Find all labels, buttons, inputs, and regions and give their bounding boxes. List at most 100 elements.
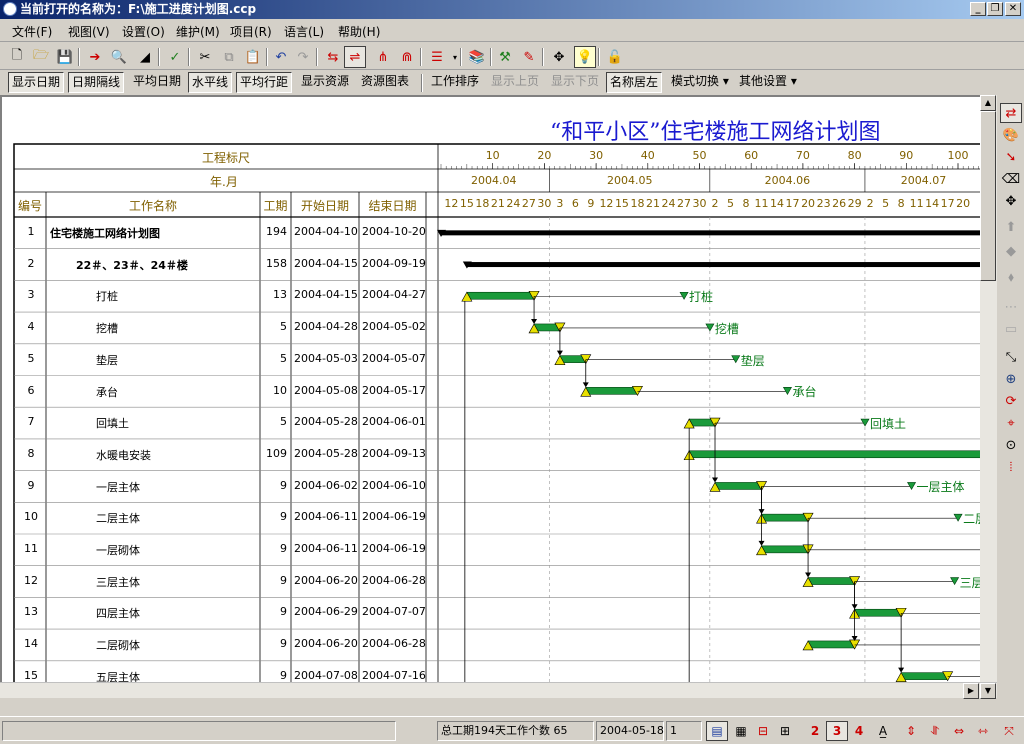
toggle-show-resource[interactable]: 显示资源 — [298, 72, 352, 93]
fill-icon[interactable]: ◢ — [134, 46, 156, 68]
gantt-canvas[interactable]: “和平小区”住宅楼施工网络计划图 工程标尺 年.月 编号 工作名称 工期 开始日期 结束日期… — [0, 95, 980, 698]
col-end-header: 结束日期 — [368, 199, 417, 213]
toggle-horizontal-line[interactable]: 水平线 — [188, 72, 233, 93]
split-icon[interactable]: ⋔ — [372, 46, 394, 68]
window-title: 当前打开的名称为：F:\施工进度计划图.ccp — [20, 2, 257, 16]
dash-disabled-icon[interactable]: ⋯ — [1000, 297, 1022, 317]
frame-disabled-icon[interactable]: ▭ — [1000, 319, 1022, 339]
previous-page-button[interactable]: 显示上页 — [488, 72, 542, 93]
refresh-icon[interactable]: ⟳ — [1000, 391, 1022, 411]
mode-switch-dropdown[interactable]: 模式切换 ▾ — [668, 72, 732, 93]
level-2-icon[interactable]: 2 — [804, 721, 826, 741]
zoom-region-icon[interactable]: ⤡ — [1000, 347, 1022, 367]
day-cell: 2 — [711, 197, 719, 210]
redo-icon[interactable]: ↷ — [292, 46, 314, 68]
day-cell: 6 — [571, 197, 579, 210]
view-gantt-icon[interactable]: ▤ — [706, 721, 728, 741]
export-icon[interactable]: ➔ — [84, 46, 106, 68]
scroll-right-icon[interactable]: ▶ — [963, 683, 979, 699]
row-name: 二层砌体 — [96, 639, 140, 653]
toggle-average-row-spacing[interactable]: 平均行距 — [236, 72, 293, 93]
task-bar — [714, 482, 762, 490]
move-icon[interactable]: ✥ — [548, 46, 570, 68]
crosshair-icon[interactable]: ⌖ — [1000, 413, 1022, 433]
level-4-icon[interactable]: 4 — [848, 721, 870, 741]
toggle-name-left[interactable]: 名称居左 — [606, 72, 663, 93]
lightbulb-icon[interactable]: 💡 — [574, 46, 596, 68]
cut-icon[interactable]: ✂ — [194, 46, 216, 68]
restore-button[interactable]: ❐ — [987, 2, 1003, 16]
undo-icon[interactable]: ↶ — [270, 46, 292, 68]
scroll-down-icon[interactable]: ▼ — [980, 683, 996, 699]
row-duration: 5 — [280, 351, 287, 365]
sort-tasks-button[interactable]: 工作排序 — [428, 72, 482, 93]
col-duration-header: 工期 — [263, 199, 288, 213]
minimize-button[interactable]: _ — [970, 2, 986, 16]
level-3-icon[interactable]: 3 — [826, 721, 848, 741]
toggle-show-date[interactable]: 显示日期 — [8, 72, 65, 93]
day-cell: 24 — [661, 197, 676, 210]
vertical-scrollbar[interactable]: ▲ — [980, 95, 997, 698]
copy-icon[interactable]: ⧉ — [218, 46, 240, 68]
month-cell: 2004.05 — [606, 174, 653, 187]
resource-icon[interactable]: ⚒ — [494, 46, 516, 68]
menu-file[interactable]: 文件(F) — [12, 23, 52, 40]
arrow-up-disabled-icon[interactable]: ⬆ — [1000, 217, 1022, 237]
expand-horizontal-icon[interactable]: ⇔ — [948, 721, 970, 741]
toggle-date-gridline[interactable]: 日期隔线 — [68, 72, 125, 93]
fit-page-icon[interactable]: ⤧ — [998, 721, 1020, 741]
day-cell: 8 — [897, 197, 905, 210]
menu-project[interactable]: 项目(R) — [230, 23, 272, 40]
horizontal-scrollbar[interactable]: ▶ ▼ — [0, 682, 997, 699]
move-cross-icon[interactable]: ✥ — [1000, 191, 1022, 211]
col-id-header: 编号 — [17, 199, 43, 213]
task-bar — [688, 450, 980, 459]
view-timescale-icon[interactable]: ⊞ — [774, 721, 796, 741]
row-end: 2004-04-27 — [362, 288, 426, 302]
menu-language[interactable]: 语言(L) — [284, 23, 324, 40]
scroll-thumb-vertical[interactable] — [980, 111, 996, 281]
link-icon[interactable]: ⇆ — [322, 46, 344, 68]
paste-icon[interactable]: 📋 — [242, 46, 264, 68]
expand-vertical-icon[interactable]: ⇕ — [900, 721, 922, 741]
eraser-icon[interactable]: ⌫ — [1000, 169, 1022, 189]
close-button[interactable]: ✕ — [1005, 2, 1021, 16]
unlock-icon[interactable]: 🔓 — [604, 46, 626, 68]
palette-icon[interactable]: 🎨 — [1000, 125, 1022, 145]
pen-icon[interactable]: ✎ — [518, 46, 540, 68]
menu-settings[interactable]: 设置(O) — [122, 23, 165, 40]
select-link-icon[interactable]: ⇄ — [1000, 103, 1022, 123]
shrink-vertical-icon[interactable]: ⥯ — [924, 721, 946, 741]
next-page-button[interactable]: 显示下页 — [548, 72, 602, 93]
pointer-icon[interactable]: ➘ — [1000, 147, 1022, 167]
new-file-icon[interactable]: 🗋 — [6, 46, 28, 68]
menu-maintain[interactable]: 维护(M) — [176, 23, 220, 40]
check-icon[interactable]: ✓ — [164, 46, 186, 68]
menu-help[interactable]: 帮助(H) — [338, 23, 380, 40]
align-icon[interactable]: ⇌ — [344, 46, 366, 68]
save-icon[interactable]: 💾 — [54, 46, 76, 68]
zoom-fit-icon[interactable]: ⊙ — [1000, 435, 1022, 455]
shrink-horizontal-icon[interactable]: ⇿ — [972, 721, 994, 741]
ruler-icon[interactable]: ⦙ — [1000, 457, 1022, 477]
view-table-icon[interactable]: ▦ — [730, 721, 752, 741]
underline-icon[interactable]: A̲ — [872, 721, 894, 741]
print-preview-icon[interactable]: 🔍 — [108, 46, 130, 68]
scroll-up-icon[interactable]: ▲ — [980, 95, 996, 111]
merge-icon[interactable]: ⋒ — [396, 46, 418, 68]
books-icon[interactable]: 📚 — [466, 46, 488, 68]
row-duration: 5 — [280, 415, 287, 429]
zoom-in-icon[interactable]: ⊕ — [1000, 369, 1022, 389]
bar-label: 二层主体 — [963, 512, 980, 527]
other-settings-dropdown[interactable]: 其他设置 ▾ — [736, 72, 800, 93]
bar-label: 承台 — [792, 385, 817, 400]
format-dropdown-icon[interactable]: ▾ — [444, 46, 466, 68]
title-bar[interactable]: 当前打开的名称为：F:\施工进度计划图.ccp _ ❐ ✕ — [0, 0, 1024, 19]
tag-disabled-icon[interactable]: ⬧ — [1000, 267, 1022, 287]
menu-view[interactable]: 视图(V) — [68, 23, 110, 40]
open-folder-icon[interactable]: 🗁 — [30, 46, 52, 68]
diamond-disabled-icon[interactable]: ◆ — [1000, 241, 1022, 261]
view-network-icon[interactable]: ⊟ — [752, 721, 774, 741]
toggle-resource-chart[interactable]: 资源图表 — [358, 72, 412, 93]
toggle-average-date[interactable]: 平均日期 — [130, 72, 184, 93]
